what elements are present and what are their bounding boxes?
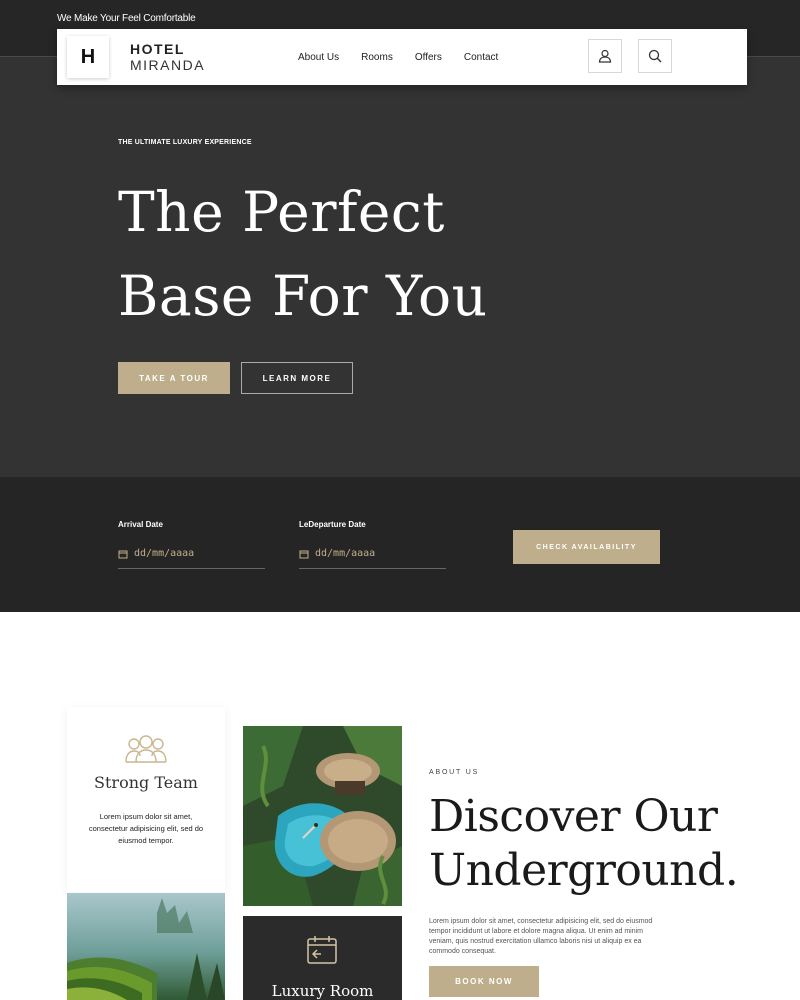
- brand-line-1: HOTEL: [130, 41, 185, 57]
- departure-date-field[interactable]: dd/mm/aaaa: [299, 539, 446, 569]
- about-title-line-1: Discover Our: [429, 791, 718, 842]
- nav-link-rooms[interactable]: Rooms: [361, 52, 393, 63]
- learn-more-button[interactable]: LEARN MORE: [241, 362, 353, 394]
- calendar-icon: [299, 550, 309, 558]
- nav-link-contact[interactable]: Contact: [464, 52, 498, 63]
- about-title: Discover Our Underground.: [429, 790, 739, 898]
- book-now-button[interactable]: BOOK NOW: [429, 966, 539, 997]
- logo[interactable]: H: [67, 36, 109, 78]
- logo-letter: H: [80, 45, 96, 68]
- check-availability-button[interactable]: CHECK AVAILABILITY: [513, 530, 660, 564]
- brand-name[interactable]: HOTEL MIRANDA: [130, 41, 205, 73]
- booking-bar: Arrival Date dd/mm/aaaa LeDeparture Date…: [0, 477, 800, 612]
- departure-label: LeDeparture Date: [299, 520, 366, 529]
- hero-headline: The Perfect Base For You: [118, 170, 488, 338]
- about-body-text: Lorem ipsum dolor sit amet, consectetur …: [429, 918, 653, 955]
- navbar: H HOTEL MIRANDA About Us Rooms Offers Co…: [57, 29, 747, 85]
- departure-date-placeholder: dd/mm/aaaa: [315, 548, 376, 559]
- strong-team-card: Strong Team Lorem ipsum dolor sit amet, …: [67, 707, 225, 892]
- take-a-tour-button[interactable]: TAKE A TOUR: [118, 362, 230, 394]
- arrival-label: Arrival Date: [118, 520, 163, 529]
- search-button[interactable]: [638, 39, 672, 73]
- nav-link-offers[interactable]: Offers: [415, 52, 442, 63]
- strong-team-title: Strong Team: [94, 773, 198, 792]
- nav-menu: About Us Rooms Offers Contact: [298, 52, 520, 63]
- calendar-icon: [118, 550, 128, 558]
- hero-headline-line-2: Base For You: [118, 264, 488, 328]
- account-button[interactable]: [588, 39, 622, 73]
- about-title-line-2: Underground.: [429, 845, 739, 896]
- team-icon: [125, 735, 167, 763]
- luxury-room-card: Luxury Room: [243, 916, 402, 1000]
- arrival-date-field[interactable]: dd/mm/aaaa: [118, 539, 265, 569]
- user-icon: [598, 49, 612, 63]
- about-section: Strong Team Lorem ipsum dolor sit amet, …: [0, 612, 800, 1000]
- luxury-room-title: Luxury Room: [271, 982, 374, 1000]
- calendar-icon: [307, 936, 337, 964]
- brand-line-2: MIRANDA: [130, 57, 206, 73]
- hero-eyebrow: THE ULTIMATE LUXURY EXPERIENCE: [118, 139, 252, 146]
- about-eyebrow: ABOUT US: [429, 769, 480, 776]
- hero-headline-line-1: The Perfect: [118, 180, 445, 244]
- tagline: We Make Your Feel Comfortable: [57, 13, 196, 24]
- rice-terrace-image: [67, 893, 225, 1000]
- strong-team-text: Lorem ipsum dolor sit amet, consectetur …: [88, 812, 204, 845]
- search-icon: [648, 49, 662, 63]
- arrival-date-placeholder: dd/mm/aaaa: [134, 548, 195, 559]
- nav-link-about[interactable]: About Us: [298, 52, 339, 63]
- resort-pool-image: [243, 726, 402, 906]
